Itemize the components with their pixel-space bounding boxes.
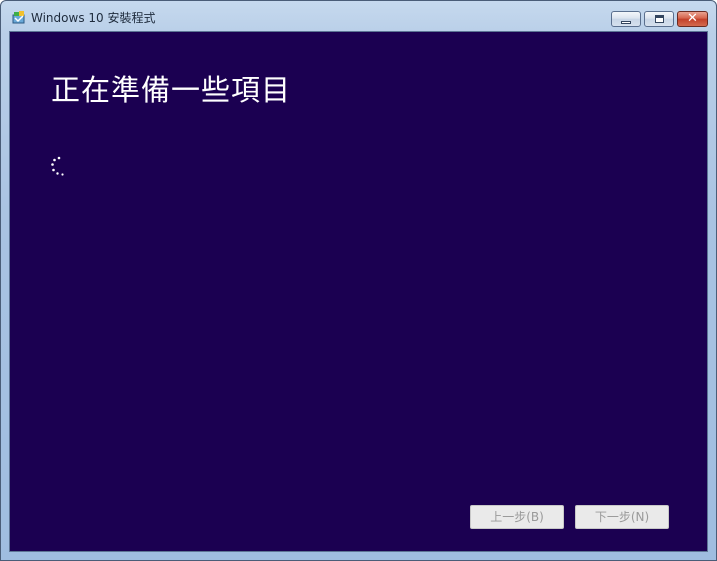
window-title: Windows 10 安裝程式 xyxy=(31,11,156,25)
page-title: 正在準備一些項目 xyxy=(51,73,292,107)
setup-content-panel: 正在準備一些項目 上一步(B) 下一步(N) xyxy=(9,31,708,552)
minimize-button[interactable] xyxy=(611,11,641,27)
title-bar[interactable]: Windows 10 安裝程式 ✕ xyxy=(1,1,716,31)
minimize-icon xyxy=(621,21,631,24)
maximize-icon xyxy=(655,15,664,23)
maximize-button[interactable] xyxy=(644,11,674,27)
setup-window: Windows 10 安裝程式 ✕ 正在準備一些項目 上一步(B) 下一步(N) xyxy=(0,0,717,561)
close-button[interactable]: ✕ xyxy=(677,11,708,27)
back-button[interactable]: 上一步(B) xyxy=(470,505,564,529)
close-icon: ✕ xyxy=(687,11,698,26)
next-button[interactable]: 下一步(N) xyxy=(575,505,669,529)
windows-setup-icon xyxy=(12,11,25,24)
loading-spinner-icon xyxy=(51,156,64,176)
